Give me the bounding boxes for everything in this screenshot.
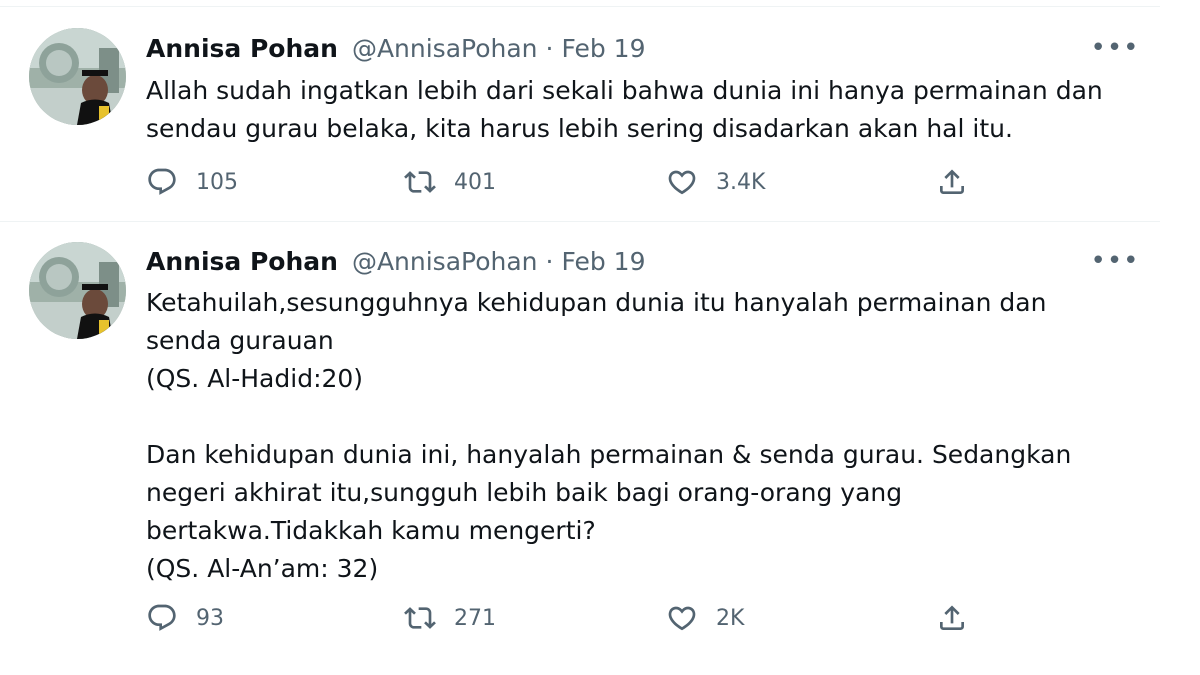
like-count: 2K [716, 605, 745, 631]
tweet-actions: 93 271 2K [146, 600, 976, 636]
author-name[interactable]: Annisa Pohan [146, 247, 338, 276]
tweet-date[interactable]: Feb 19 [561, 247, 645, 276]
reply-icon [148, 168, 176, 195]
share-icon [940, 169, 964, 194]
like-button[interactable]: 2K [666, 600, 744, 636]
tweet-header: Annisa Pohan @AnnisaPohan · Feb 19 [146, 31, 646, 65]
retweet-icon [404, 171, 436, 193]
retweet-count: 401 [454, 169, 496, 195]
avatar[interactable] [29, 28, 126, 125]
share-button[interactable] [936, 164, 968, 200]
tweet-text: Allah sudah ingatkan lebih dari sekali b… [146, 76, 1103, 143]
avatar-photo-icon [29, 28, 126, 125]
tweet-header: Annisa Pohan @AnnisaPohan · Feb 19 [146, 244, 646, 278]
retweet-button[interactable]: 401 [404, 164, 496, 200]
share-icon [940, 605, 964, 630]
like-button[interactable]: 3.4K [666, 164, 765, 200]
tweet-actions: 105 401 3.4K [146, 164, 976, 200]
author-handle[interactable]: @AnnisaPohan [352, 34, 538, 63]
reply-count: 93 [196, 605, 224, 631]
more-horizontal-icon: ••• [1090, 33, 1140, 63]
tweet[interactable]: Annisa Pohan @AnnisaPohan · Feb 19 ••• A… [0, 6, 1160, 222]
reply-icon [148, 604, 176, 631]
avatar-photo-icon [29, 242, 126, 339]
more-options-button[interactable]: ••• [1090, 31, 1140, 65]
heart-icon [668, 170, 696, 195]
timeline: Annisa Pohan @AnnisaPohan · Feb 19 ••• A… [0, 0, 1160, 675]
like-count: 3.4K [716, 169, 766, 195]
author-name[interactable]: Annisa Pohan [146, 34, 338, 63]
separator: · [545, 246, 554, 276]
tweet-text: Ketahuilah,sesungguhnya kehidupan dunia … [146, 288, 1072, 583]
reply-count: 105 [196, 169, 238, 195]
heart-icon [668, 606, 696, 631]
retweet-button[interactable]: 271 [404, 600, 496, 636]
reply-button[interactable]: 105 [146, 164, 238, 200]
more-options-button[interactable]: ••• [1090, 244, 1140, 278]
separator: · [545, 33, 554, 63]
retweet-count: 271 [454, 605, 496, 631]
retweet-icon [404, 607, 436, 629]
avatar[interactable] [29, 242, 126, 339]
author-handle[interactable]: @AnnisaPohan [352, 247, 538, 276]
reply-button[interactable]: 93 [146, 600, 224, 636]
tweet-date[interactable]: Feb 19 [561, 34, 645, 63]
tweet[interactable]: Annisa Pohan @AnnisaPohan · Feb 19 ••• K… [0, 222, 1160, 675]
more-horizontal-icon: ••• [1090, 246, 1140, 276]
share-button[interactable] [936, 600, 968, 636]
